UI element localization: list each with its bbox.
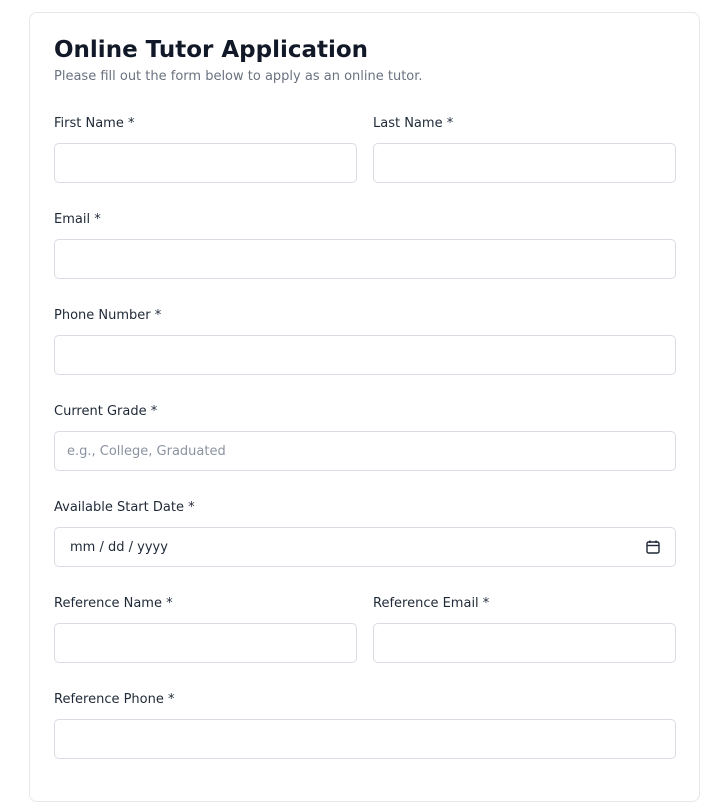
current-grade-label: Current Grade * <box>54 404 158 419</box>
email-input[interactable] <box>54 239 676 279</box>
first-name-input[interactable] <box>54 143 357 183</box>
start-date-label: Available Start Date * <box>54 500 195 515</box>
last-name-input[interactable] <box>373 143 676 183</box>
start-date-placeholder: mm / dd / yyyy <box>70 539 168 555</box>
application-form-card: Online Tutor Application Please fill out… <box>29 12 700 802</box>
email-label: Email * <box>54 212 101 227</box>
reference-phone-input[interactable] <box>54 719 676 759</box>
reference-phone-label: Reference Phone * <box>54 692 175 707</box>
phone-number-label: Phone Number * <box>54 308 162 323</box>
start-date-input[interactable]: mm / dd / yyyy <box>54 527 676 567</box>
phone-number-input[interactable] <box>54 335 676 375</box>
last-name-label: Last Name * <box>373 116 454 131</box>
form-title: Online Tutor Application <box>54 37 369 63</box>
reference-email-label: Reference Email * <box>373 596 490 611</box>
current-grade-input[interactable] <box>54 431 676 471</box>
form-subtitle: Please fill out the form below to apply … <box>54 69 423 84</box>
calendar-icon[interactable] <box>645 539 661 555</box>
reference-name-label: Reference Name * <box>54 596 173 611</box>
reference-name-input[interactable] <box>54 623 357 663</box>
reference-email-input[interactable] <box>373 623 676 663</box>
first-name-label: First Name * <box>54 116 135 131</box>
